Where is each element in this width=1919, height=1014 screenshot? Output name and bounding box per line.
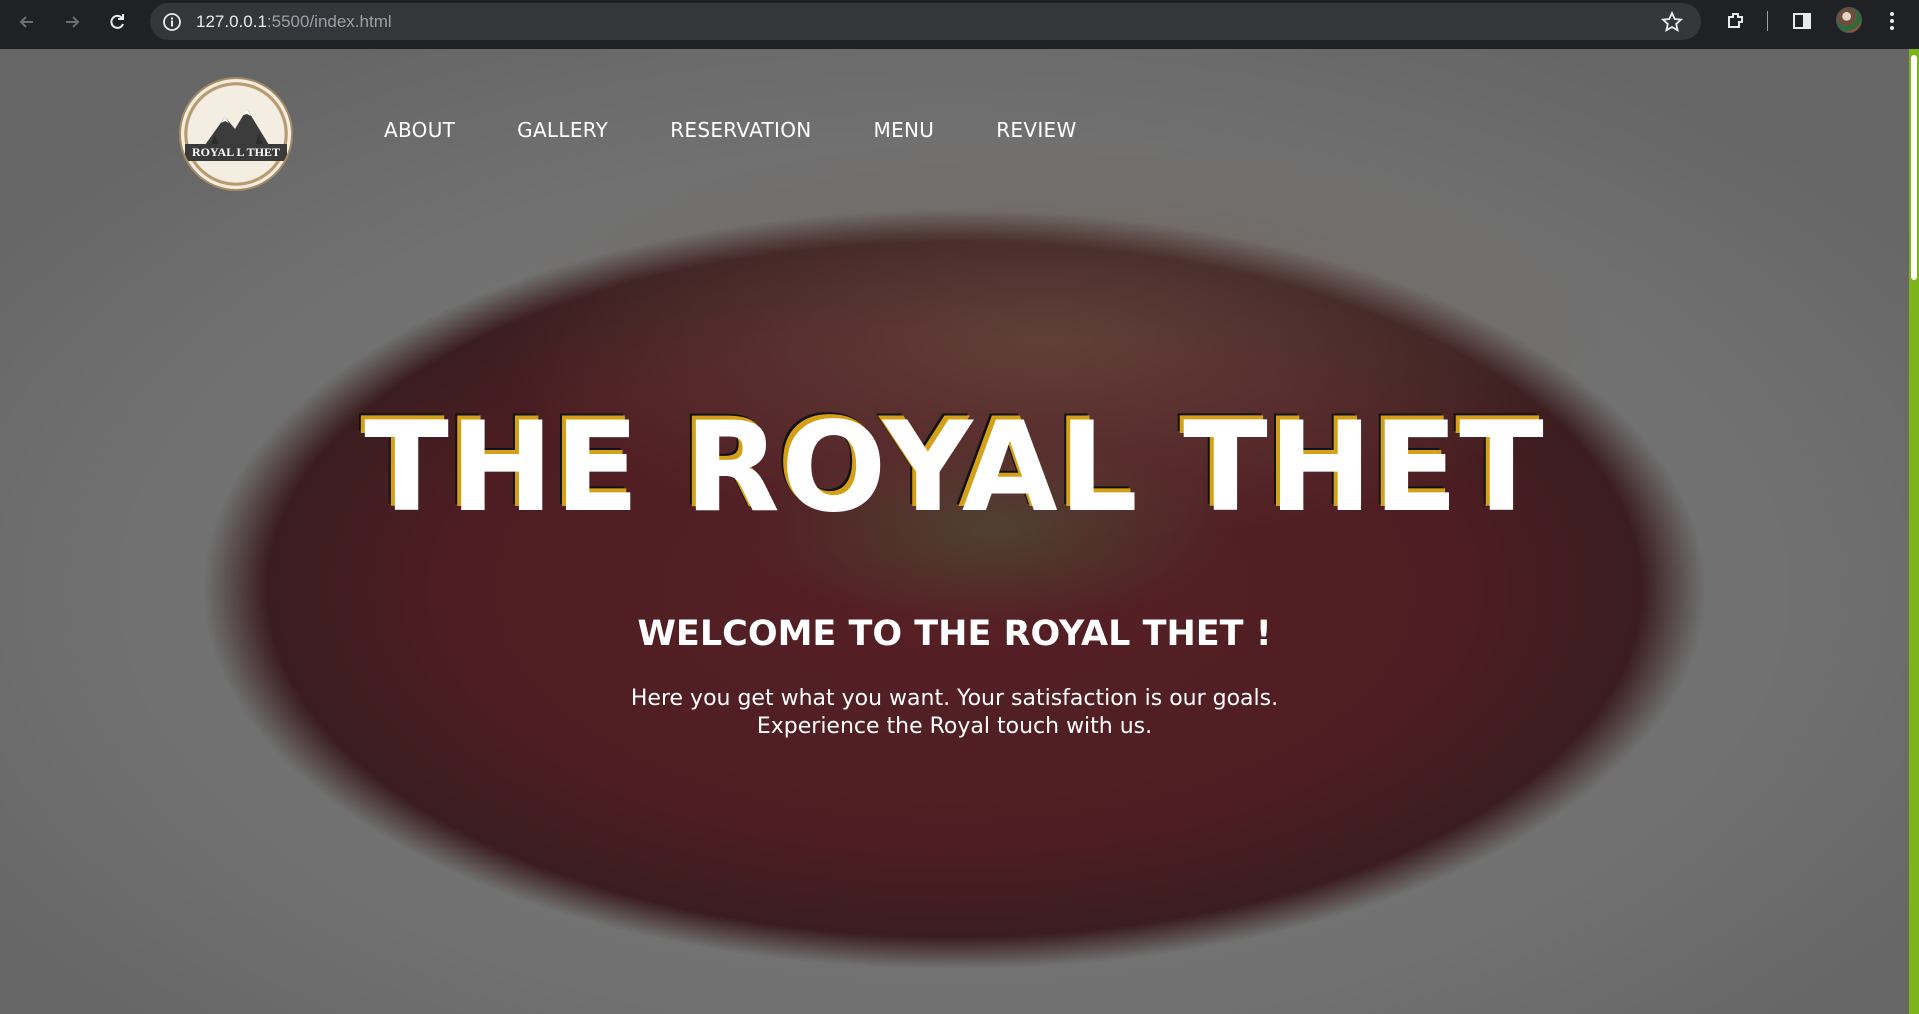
scrollbar-thumb[interactable] xyxy=(1911,55,1917,280)
forward-arrow-icon[interactable] xyxy=(57,7,87,37)
profile-avatar[interactable] xyxy=(1836,7,1862,33)
back-arrow-icon[interactable] xyxy=(12,7,42,37)
hero-tagline-line-1: Here you get what you want. Your satisfa… xyxy=(630,686,1279,711)
nav-reservation[interactable]: RESERVATION xyxy=(670,118,811,142)
url-path: :5500/index.html xyxy=(266,12,392,31)
hero-welcome: WELCOME TO THE ROYAL THET ! xyxy=(637,614,1272,654)
hero-tagline-line-2: Experience the Royal touch with us. xyxy=(756,714,1153,739)
nav-menu[interactable]: MENU xyxy=(874,118,935,142)
toolbar-divider xyxy=(1767,11,1768,31)
page-scrollbar[interactable] xyxy=(1909,49,1919,1014)
site-logo[interactable]: THE ROYAL L THET xyxy=(179,77,293,191)
nav-about[interactable]: ABOUT xyxy=(384,118,455,142)
url-host: 127.0.0.1 xyxy=(196,12,267,31)
extensions-icon[interactable] xyxy=(1724,9,1748,33)
hero-title: THE ROYAL THET xyxy=(364,396,1545,540)
site-info-icon[interactable] xyxy=(162,12,182,32)
address-bar[interactable]: 127.0.0.1:5500/index.html xyxy=(150,3,1701,40)
hero-tagline: Here you get what you want. Your satisfa… xyxy=(0,685,1909,741)
page-viewport: THE ROYAL L THET ABOUT GALLERY RESERVATI… xyxy=(0,49,1919,1014)
main-navigation: ABOUT GALLERY RESERVATION MENU REVIEW xyxy=(384,118,1077,142)
nav-review[interactable]: REVIEW xyxy=(996,118,1076,142)
nav-gallery[interactable]: GALLERY xyxy=(517,118,608,142)
logo-name: ROYAL L THET xyxy=(185,144,287,161)
browser-toolbar: 127.0.0.1:5500/index.html xyxy=(0,0,1919,49)
more-options-icon[interactable] xyxy=(1880,9,1904,33)
reload-icon[interactable] xyxy=(102,7,132,37)
url-text: 127.0.0.1:5500/index.html xyxy=(196,12,392,32)
bookmark-star-icon[interactable] xyxy=(1660,10,1684,33)
side-panel-icon[interactable] xyxy=(1790,9,1814,33)
